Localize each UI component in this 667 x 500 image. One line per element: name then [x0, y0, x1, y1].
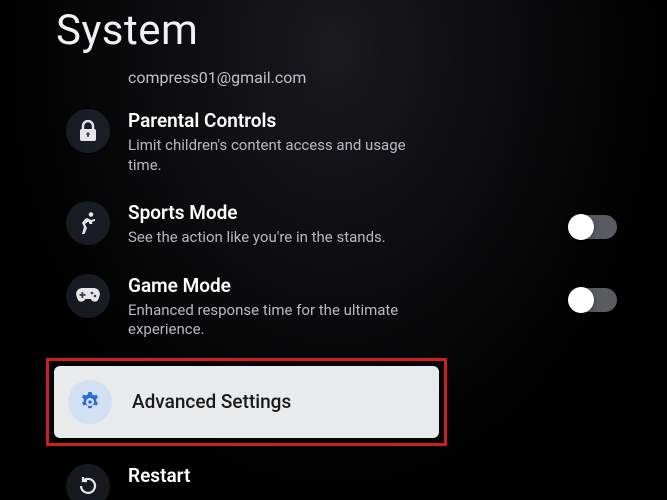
restart-texts: Restart	[128, 462, 647, 487]
game-mode-toggle[interactable]	[569, 288, 617, 312]
account-email-row[interactable]: compress01@gmail.com	[56, 58, 657, 95]
toggle-knob	[568, 287, 594, 313]
game-mode-texts: Game Mode Enhanced response time for the…	[128, 272, 551, 340]
settings-list: compress01@gmail.com Parental Controls L…	[56, 58, 657, 500]
gear-icon	[68, 380, 112, 424]
sports-mode-toggle[interactable]	[569, 215, 617, 239]
gamepad-icon	[66, 274, 110, 318]
parental-controls-texts: Parental Controls Limit children's conte…	[128, 107, 647, 175]
advanced-settings-selection: Advanced Settings	[46, 358, 447, 446]
running-icon	[66, 201, 110, 245]
sports-mode-texts: Sports Mode See the action like you're i…	[128, 199, 551, 248]
lock-icon	[66, 109, 110, 153]
restart-title: Restart	[128, 464, 647, 487]
toggle-knob	[568, 214, 594, 240]
sports-mode-row[interactable]: Sports Mode See the action like you're i…	[56, 187, 657, 260]
game-mode-sub: Enhanced response time for the ultimate …	[128, 301, 408, 340]
parental-controls-row[interactable]: Parental Controls Limit children's conte…	[56, 95, 657, 187]
sports-mode-title: Sports Mode	[128, 201, 551, 224]
restart-row[interactable]: Restart	[56, 450, 657, 500]
game-mode-row[interactable]: Game Mode Enhanced response time for the…	[56, 260, 657, 352]
parental-controls-sub: Limit children's content access and usag…	[128, 136, 408, 175]
parental-controls-title: Parental Controls	[128, 109, 647, 132]
page-title: System	[56, 6, 198, 55]
account-email: compress01@gmail.com	[128, 68, 657, 87]
sports-mode-sub: See the action like you're in the stands…	[128, 228, 408, 248]
advanced-settings-title: Advanced Settings	[132, 390, 291, 413]
game-mode-title: Game Mode	[128, 274, 551, 297]
advanced-settings-row[interactable]: Advanced Settings	[54, 366, 439, 438]
restart-icon	[66, 464, 110, 500]
